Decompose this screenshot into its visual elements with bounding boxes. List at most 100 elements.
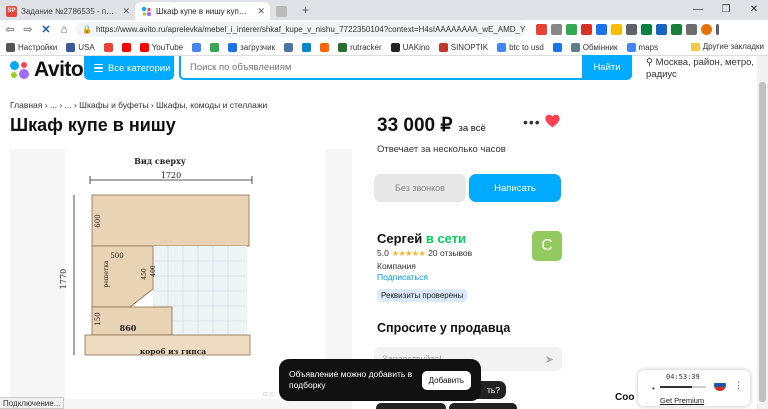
extension-icon[interactable]	[641, 24, 652, 35]
extension-icon[interactable]	[551, 24, 562, 35]
subscribe-link[interactable]: Подписаться	[377, 272, 428, 282]
dot-icon[interactable]: •	[652, 384, 655, 393]
location-selector[interactable]: ⚲ Москва, район, метро, радиус	[646, 57, 756, 81]
bookmark-item[interactable]	[103, 42, 113, 52]
bookmark-item[interactable]	[121, 42, 131, 52]
send-icon[interactable]: ➤	[545, 353, 554, 366]
response-time: Отвечает за несколько часов	[377, 144, 506, 155]
bookmark-icon	[320, 42, 330, 52]
vk-icon	[284, 42, 294, 52]
dim-top: 600	[94, 214, 102, 227]
bookmark-item[interactable]: Обмінник	[570, 42, 618, 52]
bookmark-item[interactable]	[552, 42, 562, 52]
bookmark-item[interactable]: SINOPTIK	[438, 42, 488, 52]
browser-tab-task[interactable]: SP Задание №2786535 - просмотр ... ✕	[0, 2, 135, 20]
extension-icon[interactable]	[566, 24, 577, 35]
tab-label: Шкаф купе в нишу купить в Апре...	[156, 6, 251, 16]
bookmark-item[interactable]: btc to usd	[497, 42, 544, 52]
add-to-collection-toast: Объявление можно добавить в подборку Доб…	[279, 359, 481, 401]
add-button[interactable]: Добавить	[421, 370, 471, 390]
close-window-icon[interactable]: ✕	[740, 0, 768, 20]
bookmark-item[interactable]	[210, 42, 220, 52]
extension-icon[interactable]	[656, 24, 667, 35]
home-icon[interactable]: ⌂	[58, 24, 70, 36]
bookmark-item[interactable]: загрузчик	[228, 42, 275, 52]
url-field[interactable]: 🔒 https://www.avito.ru/aprelevka/mebel_i…	[76, 22, 526, 37]
write-message-button[interactable]: Написать	[469, 174, 561, 202]
flag-ru-icon[interactable]	[714, 379, 726, 391]
timer-readout: 04:53:39	[666, 373, 700, 381]
back-arrow-icon[interactable]: ⇦	[4, 23, 16, 36]
extension-icon[interactable]	[671, 24, 682, 35]
bookmark-icon	[552, 42, 562, 52]
drawing-top-label: Вид сверху	[134, 156, 187, 166]
menu-dots-icon[interactable]	[716, 24, 719, 35]
avatar[interactable]: С	[532, 231, 562, 261]
bookmark-item[interactable]: UAKino	[390, 42, 430, 52]
page-scrollbar[interactable]	[757, 56, 768, 409]
progress-bar[interactable]	[660, 386, 706, 388]
more-vertical-icon[interactable]: ⋮	[734, 380, 743, 391]
new-tab-button[interactable]: +	[296, 3, 315, 17]
avito-logo[interactable]: Avito	[10, 58, 84, 82]
extension-icon[interactable]	[626, 24, 637, 35]
close-tab-icon[interactable]: ✕	[257, 6, 265, 17]
scrollbar-thumb[interactable]	[759, 82, 766, 402]
profile-avatar-icon[interactable]	[701, 24, 712, 35]
sp-favicon-icon: SP	[6, 5, 17, 17]
bookmark-item[interactable]	[284, 42, 294, 52]
verified-badge: Реквизиты проверены	[377, 289, 468, 302]
extension-icon[interactable]	[536, 24, 547, 35]
vpn-player-widget: 04:53:39 • ⋮ Get Premium	[638, 370, 750, 406]
close-tab-icon[interactable]: ✕	[122, 6, 130, 17]
bookmark-item[interactable]: rutracker	[338, 42, 382, 52]
quick-question-chip[interactable]	[449, 403, 517, 409]
youtube-icon	[139, 42, 149, 52]
flag-ru-icon[interactable]	[581, 24, 592, 35]
dim-inner-2: 400	[150, 265, 157, 277]
page-title: Шкаф купе в нишу	[10, 115, 176, 135]
menu-icon	[94, 63, 103, 73]
bookmark-item[interactable]: USA	[66, 42, 95, 52]
browser-tab-blank[interactable]	[270, 2, 296, 20]
extension-icon[interactable]	[611, 24, 622, 35]
logo-text: Avito	[34, 58, 84, 81]
stop-loading-icon[interactable]: ✕	[40, 23, 52, 36]
seller-rating[interactable]: 5.0 ★★★★★ 20 отзывов	[377, 248, 472, 258]
forward-arrow-icon[interactable]: ⇨	[22, 23, 34, 36]
search-button[interactable]: Найти	[582, 55, 632, 79]
dim-width: 1720	[161, 171, 181, 180]
all-categories-button[interactable]: Все категории	[84, 56, 174, 80]
more-dots-icon[interactable]: •••	[523, 114, 541, 130]
bookmark-item[interactable]	[192, 42, 202, 52]
bookmark-item[interactable]	[302, 42, 312, 52]
dim-bottom: 860	[120, 323, 137, 333]
tab-label: Задание №2786535 - просмотр ...	[21, 6, 116, 16]
seller-name[interactable]: Сергей в сети	[377, 231, 466, 246]
bookmark-item[interactable]	[320, 42, 330, 52]
bookmark-item[interactable]: Настройки	[6, 42, 57, 52]
telegram-icon	[302, 42, 312, 52]
bookmark-item[interactable]: YouTube	[139, 42, 183, 52]
dim-height: 1770	[59, 269, 68, 289]
quick-question-chip[interactable]	[376, 403, 446, 409]
get-premium-link[interactable]: Get Premium	[660, 396, 704, 405]
dim-inner-1: 450	[141, 268, 148, 280]
bookmark-item[interactable]: maps	[626, 42, 658, 52]
other-bookmarks[interactable]: Другие закладки	[690, 42, 764, 51]
extension-icon[interactable]	[596, 24, 607, 35]
search-input[interactable]	[181, 61, 582, 73]
bookmarks-bar: Настройки USA YouTube загрузчик rutracke…	[0, 39, 768, 56]
maximize-icon[interactable]: ❐	[712, 0, 740, 20]
favorite-heart-icon[interactable]	[545, 114, 560, 131]
browser-tab-avito[interactable]: Шкаф купе в нишу купить в Апре... ✕	[135, 2, 270, 20]
bookmark-icon	[210, 42, 220, 52]
puzzle-icon[interactable]	[686, 24, 697, 35]
toast-text: Объявление можно добавить в подборку	[289, 369, 413, 390]
window-controls: — ❐ ✕	[684, 0, 768, 20]
minimize-icon[interactable]: —	[684, 0, 712, 20]
google-icon	[103, 42, 113, 52]
breadcrumb[interactable]: Главная › ... › ... › Шкафы и буфеты › Ш…	[10, 100, 267, 110]
no-calls-button[interactable]: Без звонков	[374, 174, 466, 202]
ask-seller-title: Спросите у продавца	[377, 321, 511, 335]
